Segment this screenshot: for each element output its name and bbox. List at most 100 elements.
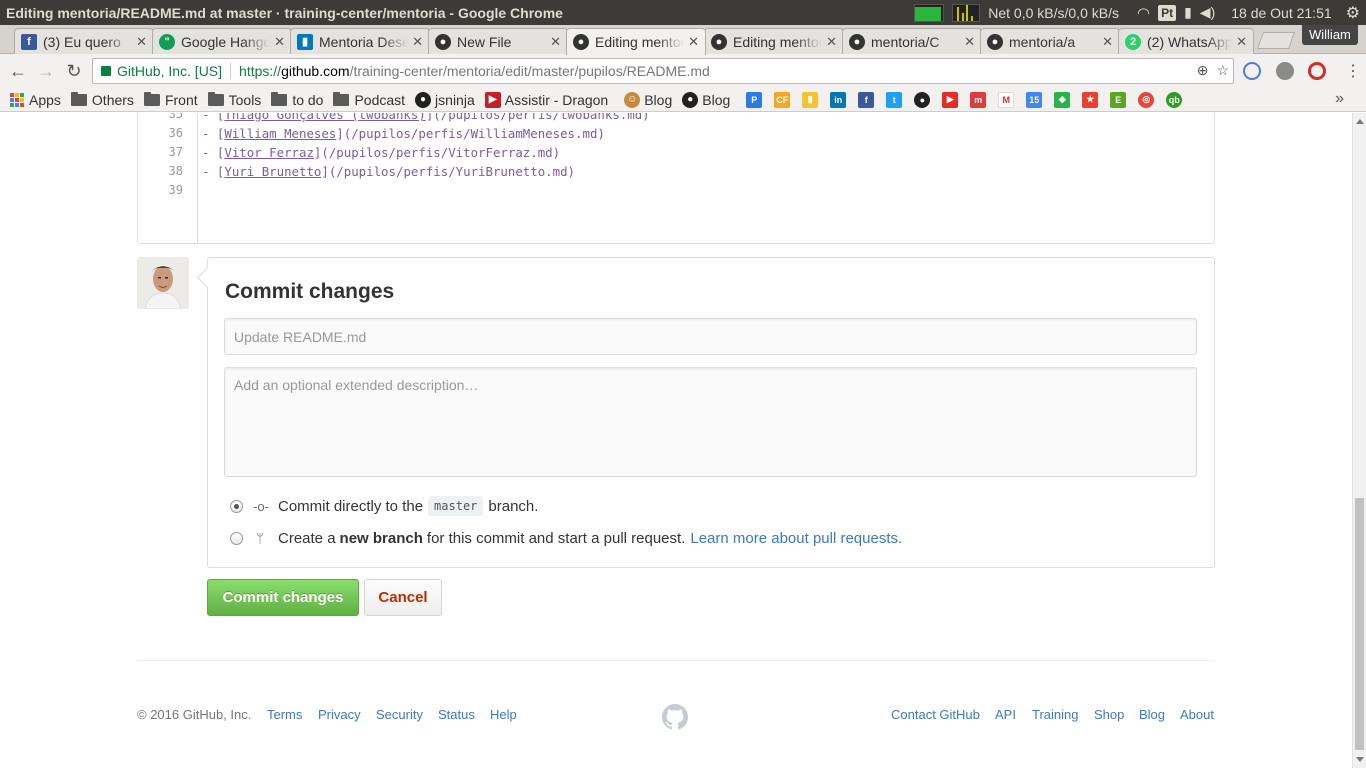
bookmark-folder-podcast[interactable]: Podcast xyxy=(333,91,405,108)
footer-link-status[interactable]: Status xyxy=(438,707,475,722)
bookmark-blog-2[interactable]: ● Blog xyxy=(682,91,730,108)
commit-summary-input[interactable] xyxy=(224,318,1197,355)
pocket-icon[interactable]: P xyxy=(746,91,763,108)
tab-label: (2) WhatsApp xyxy=(1147,33,1233,50)
github-icon: ● xyxy=(573,34,589,50)
commit-changes-button[interactable]: Commit changes xyxy=(207,579,359,616)
close-icon[interactable]: ✕ xyxy=(688,34,699,50)
bookmark-folder-others[interactable]: Others xyxy=(70,91,134,108)
todoist-icon[interactable]: ★ xyxy=(1082,91,1099,108)
wifi-icon[interactable]: ◠ xyxy=(1137,4,1150,22)
volume-icon[interactable]: ◀) xyxy=(1200,4,1215,21)
calendar-icon[interactable]: 15 xyxy=(1026,91,1043,108)
commit-title: Commit changes xyxy=(225,280,395,303)
bookmark-jsninja[interactable]: ● jsninja xyxy=(415,91,475,108)
bookmark-assistir-dragon[interactable]: ▶ Assistir - Dragon xyxy=(484,91,608,108)
bookmark-blog-1[interactable]: ☺ Blog xyxy=(624,91,672,108)
keyboard-layout[interactable]: Pt xyxy=(1158,4,1177,21)
close-icon[interactable]: ✕ xyxy=(1236,34,1247,50)
commit-description-input[interactable] xyxy=(224,367,1197,477)
cancel-button[interactable]: Cancel xyxy=(364,579,442,616)
battery-icon[interactable]: ▮ xyxy=(1184,4,1192,21)
toolbar: ← → ↻ GitHub, Inc. [US] https://github.c… xyxy=(0,54,1366,88)
address-bar[interactable]: GitHub, Inc. [US] https://github.com/tra… xyxy=(92,58,1234,84)
feedly-icon[interactable]: ◆ xyxy=(1054,91,1071,108)
footer-link-help[interactable]: Help xyxy=(490,707,517,722)
meetup-icon[interactable]: m xyxy=(970,91,987,108)
evernote-icon[interactable]: E xyxy=(1110,91,1127,108)
twitter-icon[interactable]: t xyxy=(886,91,903,108)
footer-link-privacy[interactable]: Privacy xyxy=(318,707,361,722)
close-icon[interactable]: ✕ xyxy=(274,34,285,50)
footer-link-security[interactable]: Security xyxy=(376,707,423,722)
profile-button[interactable]: William xyxy=(1302,25,1358,45)
footer-link-shop[interactable]: Shop xyxy=(1094,707,1124,722)
back-arrow-icon[interactable]: ← xyxy=(4,57,32,85)
extension-opera-icon[interactable] xyxy=(1308,62,1326,80)
footer-link-contact[interactable]: Contact GitHub xyxy=(891,707,980,722)
close-icon[interactable]: ✕ xyxy=(1102,34,1113,50)
github-mark-icon[interactable] xyxy=(662,704,688,730)
tab-editing-active[interactable]: ● Editing mentoria ✕ xyxy=(566,28,706,55)
linkedin-icon[interactable]: in xyxy=(830,91,847,108)
close-icon[interactable]: ✕ xyxy=(136,34,147,50)
lifebuoy-icon[interactable]: ◎ xyxy=(1138,91,1155,108)
clock[interactable]: 18 de Out 21:51 xyxy=(1231,5,1331,21)
chrome-menu-icon[interactable]: ⋮ xyxy=(1345,61,1361,81)
radio-new-branch[interactable] xyxy=(230,532,243,545)
tab-hangouts[interactable]: " Google Hangouts ✕ xyxy=(152,28,292,54)
footer-link-blog[interactable]: Blog xyxy=(1139,707,1165,722)
commit-new-branch-option[interactable]: ᛘ Create a new branch for this commit an… xyxy=(230,530,902,547)
qb-icon[interactable]: qb xyxy=(1166,91,1183,108)
tab-whatsapp[interactable]: 2 (2) WhatsApp ✕ xyxy=(1118,28,1254,54)
tab-mentoria-a[interactable]: ● mentoria/a ✕ xyxy=(980,28,1120,54)
zoom-icon[interactable]: ⊕ xyxy=(1197,62,1209,79)
gmail-icon[interactable]: M xyxy=(998,91,1015,108)
line-number: 38 xyxy=(168,164,183,178)
url-text[interactable]: https://github.com/training-center/mento… xyxy=(239,63,710,79)
commit-direct-option[interactable]: -o- Commit directly to the master branch… xyxy=(230,496,538,516)
footer-link-training[interactable]: Training xyxy=(1032,707,1078,722)
footer-link-terms[interactable]: Terms xyxy=(267,707,302,722)
cf-icon[interactable]: CF xyxy=(774,91,791,108)
code-editor[interactable]: 35 36 37 38 39 - [Thiago Gonçalves (twob… xyxy=(137,113,1215,244)
bookmark-folder-front[interactable]: Front xyxy=(143,91,198,108)
bookmark-folder-todo[interactable]: to do xyxy=(271,91,323,108)
bookmark-star-icon[interactable]: ☆ xyxy=(1216,62,1229,79)
footer-link-about[interactable]: About xyxy=(1180,707,1214,722)
tab-editing[interactable]: ● Editing mentoria ✕ xyxy=(704,28,844,54)
tab-new-file[interactable]: ● New File ✕ xyxy=(428,28,568,54)
extension-refresh-icon[interactable] xyxy=(1276,62,1294,80)
new-tab-button[interactable] xyxy=(1256,32,1296,49)
github-icon: ● xyxy=(435,33,451,50)
scrollbar-thumb[interactable] xyxy=(1355,498,1364,750)
tab-mentoria-c[interactable]: ● mentoria/C ✕ xyxy=(842,28,982,54)
scroll-down-arrow-icon[interactable] xyxy=(1356,757,1364,762)
forward-arrow-icon[interactable]: → xyxy=(32,57,60,85)
close-icon[interactable]: ✕ xyxy=(550,34,561,50)
close-icon[interactable]: ✕ xyxy=(964,34,975,50)
tab-facebook[interactable]: f (3) Eu quero ✕ xyxy=(14,28,154,54)
tab-trello[interactable]: ▮ Mentoria Desenvolvimento ✕ xyxy=(290,28,430,54)
bookmark-folder-tools[interactable]: Tools xyxy=(207,91,261,108)
avatar[interactable] xyxy=(137,257,189,309)
close-icon[interactable]: ✕ xyxy=(412,34,423,50)
extension-sync-icon[interactable] xyxy=(1243,62,1261,80)
bookmark-apps[interactable]: Apps xyxy=(10,92,61,108)
line-gutter: 35 36 37 38 39 xyxy=(138,113,198,243)
close-icon[interactable]: ✕ xyxy=(826,34,837,50)
bookmarks-overflow-button[interactable]: » xyxy=(1335,90,1344,108)
learn-more-link[interactable]: Learn more about pull requests. xyxy=(690,530,902,547)
bookmark-yellow-icon[interactable]: ▮ xyxy=(802,91,819,108)
settings-gear-icon[interactable]: ⚙ xyxy=(1346,3,1360,23)
avatar-icon: ☺ xyxy=(624,91,641,108)
security-label[interactable]: GitHub, Inc. [US] xyxy=(117,63,222,79)
reload-icon[interactable]: ↻ xyxy=(60,57,88,85)
page-scrollbar[interactable] xyxy=(1352,113,1366,768)
facebook-icon[interactable]: f xyxy=(858,91,875,108)
footer-link-api[interactable]: API xyxy=(995,707,1016,722)
scroll-up-arrow-icon[interactable] xyxy=(1356,119,1364,124)
youtube-icon[interactable]: ▶ xyxy=(942,91,959,108)
radio-commit-direct[interactable] xyxy=(230,499,243,513)
github-icon[interactable]: ● xyxy=(914,91,931,108)
